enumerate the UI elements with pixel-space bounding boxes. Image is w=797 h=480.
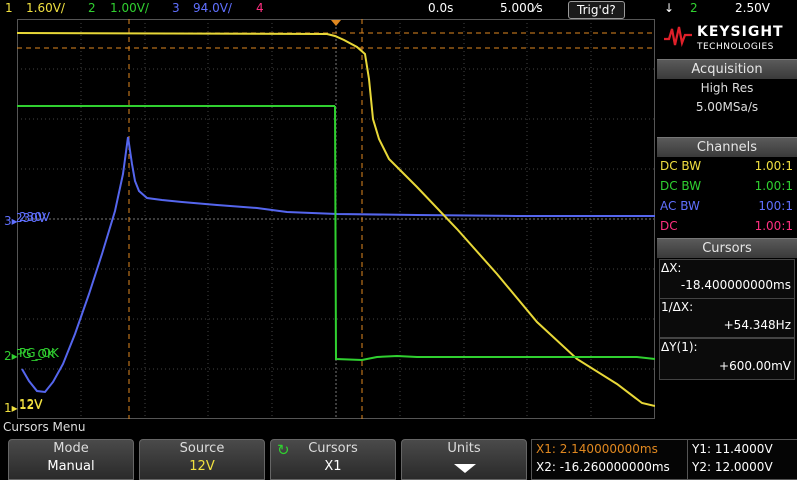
trigger-slope-icon[interactable]: ↓ [664,1,674,15]
ch2-scale[interactable]: 1.00V/ [110,1,149,15]
ch1-number[interactable]: 1 [5,1,13,15]
ch4-probe: 1.00:1 [754,219,793,233]
y2-readout: Y2: 12.0000V [692,460,773,474]
submenu-arrow-icon [454,464,476,473]
softkey-cursors[interactable]: ↻ Cursors X1 [270,439,396,480]
info-panel: KEYSIGHT TECHNOLOGIES Acquisition High R… [657,19,797,419]
ch2-coupling: DC BW [660,179,702,193]
softkey-mode-label: Mode [53,441,89,456]
softkey-mode[interactable]: Mode Manual [8,439,134,480]
channels-header[interactable]: Channels [657,137,797,157]
ch1-probe: 1.00:1 [754,159,793,173]
brand-name: KEYSIGHT [697,24,784,40]
softkey-units[interactable]: Units [401,439,527,480]
status-bar: 1 1.60V/ 2 1.00V/ 3 94.0V/ 4 0.0s 5.000⁄… [0,0,797,19]
x1-readout: X1: 2.140000000ms [536,442,658,456]
dy-label: ΔY(1): [661,340,698,354]
dy-value: +600.00mV [719,359,791,373]
softkey-mode-value: Manual [47,459,95,474]
acquisition-header[interactable]: Acquisition [657,59,797,79]
waveform-display[interactable]: 3 230V 2 PG_OK 1 12V [17,19,655,419]
cursor-readout: X1: 2.140000000ms X2: -16.260000000ms Y1… [531,439,797,480]
cursors-header[interactable]: Cursors [657,238,797,258]
ch4-coupling: DC [660,219,678,233]
ch3-label-text: 230V [19,210,51,224]
softkey-cursors-label: Cursors [308,441,358,456]
ch4-number[interactable]: 4 [256,1,264,15]
trigger-source[interactable]: 2 [690,1,698,15]
x2-readout: X2: -16.260000000ms [536,460,670,474]
trigger-position-icon [331,20,341,26]
ch2-number[interactable]: 2 [88,1,96,15]
softkey-units-label: Units [447,441,481,456]
readout-divider [687,440,688,479]
acq-mode: High Res [700,81,754,95]
dx-value: -18.400000000ms [680,278,791,292]
acq-rate: 5.00MSa/s [695,100,759,114]
softkey-source-value: 12V [189,459,215,474]
ch3-trace [21,136,655,394]
ch3-probe: 100:1 [758,199,793,213]
y1-readout: Y1: 11.4000V [692,442,773,456]
trigger-status[interactable]: Trig'd? [568,1,625,19]
ch3-coupling: AC BW [660,199,700,213]
ch3-scale[interactable]: 94.0V/ [193,1,232,15]
menu-title: Cursors Menu [3,420,86,434]
keysight-logo [663,25,693,51]
inv-dx-value: +54.348Hz [723,318,791,332]
ch1-label-text: 12V [19,397,43,411]
ch1-ground-icon[interactable]: 1▸ [4,401,18,415]
timebase[interactable]: 5.000⁄s [500,1,543,15]
ch2-probe: 1.00:1 [754,179,793,193]
softkey-cursors-value: X1 [324,459,342,474]
ch2-ground-icon[interactable]: 2▸ [4,349,18,363]
ch2-label-text: PG_OK [19,346,59,360]
softkey-source[interactable]: Source 12V [139,439,265,480]
softkey-source-label: Source [179,441,225,456]
ch3-ground-icon[interactable]: 3▸ [4,214,18,228]
brand-sub: TECHNOLOGIES [697,42,774,52]
dx-label: ΔX: [661,261,682,275]
inv-dx-label: 1/ΔX: [661,300,694,314]
ch3-number[interactable]: 3 [172,1,180,15]
ch1-scale[interactable]: 1.60V/ [26,1,65,15]
trigger-level[interactable]: 2.50V [735,1,770,15]
ch1-coupling: DC BW [660,159,702,173]
keysight-wave-icon [664,26,692,48]
ch2-trace-high [334,105,655,362]
time-offset[interactable]: 0.0s [428,1,453,15]
